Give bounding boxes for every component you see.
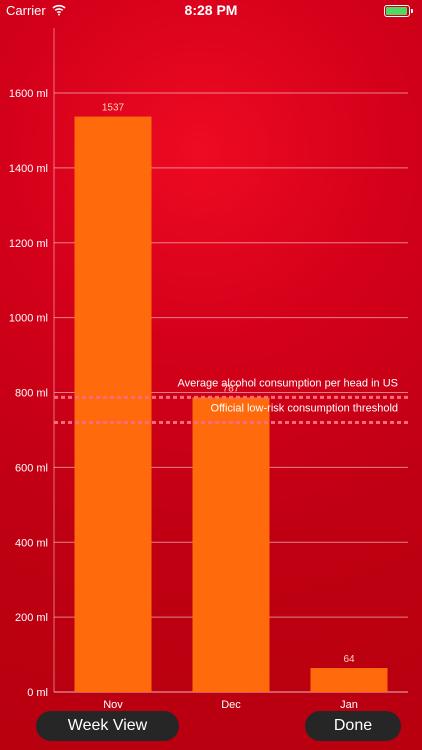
y-tick-label: 1600 ml	[9, 88, 48, 100]
bar-jan	[310, 668, 388, 692]
value-label: 1537	[102, 103, 125, 114]
bar-nov	[74, 116, 152, 692]
x-tick-label: Dec	[221, 699, 241, 710]
y-tick-label: 1400 ml	[9, 163, 48, 175]
y-tick-label: 1000 ml	[9, 313, 48, 325]
bar-dec	[192, 397, 270, 692]
value-label: 787	[223, 383, 240, 394]
x-tick-label: Jan	[340, 699, 358, 710]
week-view-button[interactable]: Week View	[36, 711, 179, 741]
bar-chart: Average alcohol consumption per head in …	[9, 28, 408, 710]
y-tick-label: 1200 ml	[9, 238, 48, 250]
reference-line-label: Average alcohol consumption per head in …	[177, 377, 398, 389]
done-button[interactable]: Done	[305, 711, 401, 741]
y-tick-label: 400 ml	[15, 537, 48, 549]
y-tick-label: 800 ml	[15, 388, 48, 400]
y-tick-label: 200 ml	[15, 612, 48, 624]
value-label: 64	[343, 654, 355, 665]
y-tick-label: 0 ml	[27, 687, 48, 699]
x-tick-label: Nov	[103, 699, 123, 710]
y-tick-label: 600 ml	[15, 462, 48, 474]
reference-line-label: Official low-risk consumption threshold	[211, 402, 398, 414]
